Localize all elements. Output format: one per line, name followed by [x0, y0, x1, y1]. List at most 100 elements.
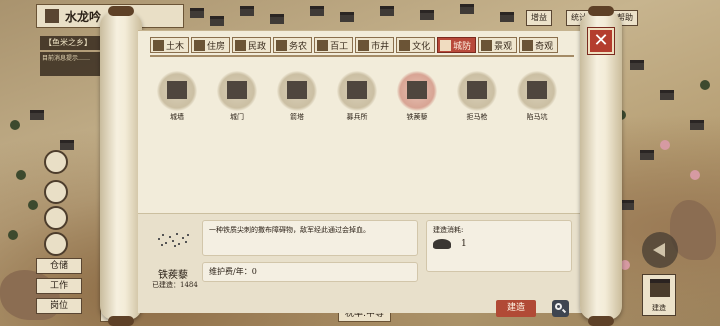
rotate-left-button[interactable] — [642, 232, 678, 268]
building-name: 募兵所 — [346, 113, 368, 121]
tab-label: 文化 — [412, 41, 431, 52]
map-building — [380, 6, 394, 16]
item-title: 铁蒺藜 — [158, 270, 188, 281]
caltrop-dot — [185, 241, 187, 243]
map-building — [500, 12, 514, 22]
city-gate-icon — [227, 81, 247, 99]
map-building — [270, 14, 284, 24]
city-wall-icon — [167, 81, 187, 99]
buff-button[interactable]: 增益 — [526, 10, 552, 26]
building-name: 箭塔 — [290, 113, 304, 121]
search-button[interactable] — [552, 300, 569, 317]
map-building — [420, 10, 434, 20]
build-button[interactable]: 建造 — [496, 300, 536, 317]
build-menu-button[interactable]: 建造 — [642, 274, 676, 316]
building-thumb — [517, 71, 557, 111]
cost-quantity: 1 — [461, 239, 467, 249]
tab-6[interactable]: 市井 — [355, 37, 395, 53]
scroll-rod-right — [580, 6, 622, 326]
scroll-rod-left — [100, 6, 142, 326]
tab-7[interactable]: 文化 — [396, 37, 436, 53]
building-name: 拒马枪 — [466, 113, 488, 121]
building-item[interactable]: 募兵所 — [336, 71, 378, 122]
caltrop-icon — [156, 230, 190, 248]
house-icon — [194, 39, 206, 51]
advisor-button[interactable] — [44, 180, 68, 204]
building-thumb — [277, 71, 317, 111]
map-building — [620, 200, 634, 210]
post-button[interactable]: 岗位 — [36, 298, 82, 314]
tab-9[interactable]: 景观 — [478, 37, 518, 53]
cheval-de-frise-icon — [467, 81, 487, 99]
wonder-icon — [522, 39, 534, 51]
detail-area: 铁蒺藜 已建造：1484 一种铁质尖刺的撒布障碍物，敌军经此通过会掉血。 维护费… — [138, 213, 586, 317]
caltrop-dot — [172, 240, 174, 242]
arrow-tower-icon — [287, 81, 307, 99]
building-item[interactable]: 铁蒺藜 — [396, 71, 438, 122]
map-building — [30, 110, 44, 120]
map-building — [690, 120, 704, 130]
building-name: 城门 — [230, 113, 244, 121]
map-building — [310, 6, 324, 16]
official-button[interactable] — [44, 206, 68, 230]
building-name: 铁蒺藜 — [406, 113, 428, 121]
building-item[interactable]: 陷马坑 — [516, 71, 558, 122]
map-building — [460, 4, 474, 14]
close-button[interactable]: ✕ — [587, 27, 615, 55]
caltrop-icon — [407, 81, 427, 99]
building-thumb — [157, 71, 197, 111]
caltrop-dot — [158, 238, 160, 240]
tab-1[interactable]: 土木 — [150, 37, 190, 53]
caltrop-dot — [178, 243, 180, 245]
work-button[interactable]: 工作 — [36, 278, 82, 294]
event-button[interactable] — [44, 150, 68, 174]
cost-label: 建造消耗: — [433, 226, 464, 234]
map-building — [210, 16, 224, 26]
pit-trap-icon — [527, 81, 547, 99]
map-building — [240, 6, 254, 16]
farm-icon — [276, 39, 288, 51]
tab-divider — [150, 55, 574, 57]
iron-ore-icon — [433, 239, 451, 249]
tab-label: 土木 — [166, 41, 185, 52]
tab-3[interactable]: 民政 — [232, 37, 272, 53]
scenery-icon — [481, 39, 493, 51]
build-panel: 土木 住房 民政 务农 百工 市井 文化 城防 景观 奇观 城墙 城门 箭塔 募兵所 铁蒺藜 拒马枪 陷马坑 … — [138, 30, 586, 317]
barracks-icon — [347, 81, 367, 99]
rod-cap — [588, 6, 614, 16]
caltrop-dot — [161, 244, 163, 246]
building-item[interactable]: 箭塔 — [276, 71, 318, 122]
storage-button[interactable]: 仓储 — [36, 258, 82, 274]
tab-4[interactable]: 务农 — [273, 37, 313, 53]
caltrop-dot — [169, 236, 171, 238]
tab-label: 市井 — [371, 41, 390, 52]
map-building — [60, 140, 74, 150]
tab-label: 奇观 — [535, 41, 554, 52]
map-building — [630, 60, 644, 70]
upkeep-box: 维护费/年：0 — [202, 262, 418, 282]
defense-icon — [440, 39, 452, 51]
tab-label: 景观 — [494, 41, 513, 52]
rod-cap — [588, 316, 614, 326]
culture-icon — [399, 39, 411, 51]
tab-10[interactable]: 奇观 — [519, 37, 559, 53]
building-item[interactable]: 城墙 — [156, 71, 198, 122]
people-button[interactable] — [44, 232, 68, 256]
tab-label: 务农 — [289, 41, 308, 52]
description-box: 一种铁质尖刺的撒布障碍物，敌军经此通过会掉血。 — [202, 220, 418, 256]
city-seal-icon — [45, 9, 59, 23]
tab-8[interactable]: 城防 — [437, 37, 477, 53]
building-thumb — [457, 71, 497, 111]
market-icon — [358, 39, 370, 51]
tab-label: 住房 — [207, 41, 226, 52]
office-icon — [235, 39, 247, 51]
cost-row: 1 — [433, 239, 565, 249]
building-thumb — [217, 71, 257, 111]
building-name: 城墙 — [170, 113, 184, 121]
tab-5[interactable]: 百工 — [314, 37, 354, 53]
building-item[interactable]: 拒马枪 — [456, 71, 498, 122]
building-item[interactable]: 城门 — [216, 71, 258, 122]
tab-label: 民政 — [248, 41, 267, 52]
tab-2[interactable]: 住房 — [191, 37, 231, 53]
map-building — [640, 150, 654, 160]
